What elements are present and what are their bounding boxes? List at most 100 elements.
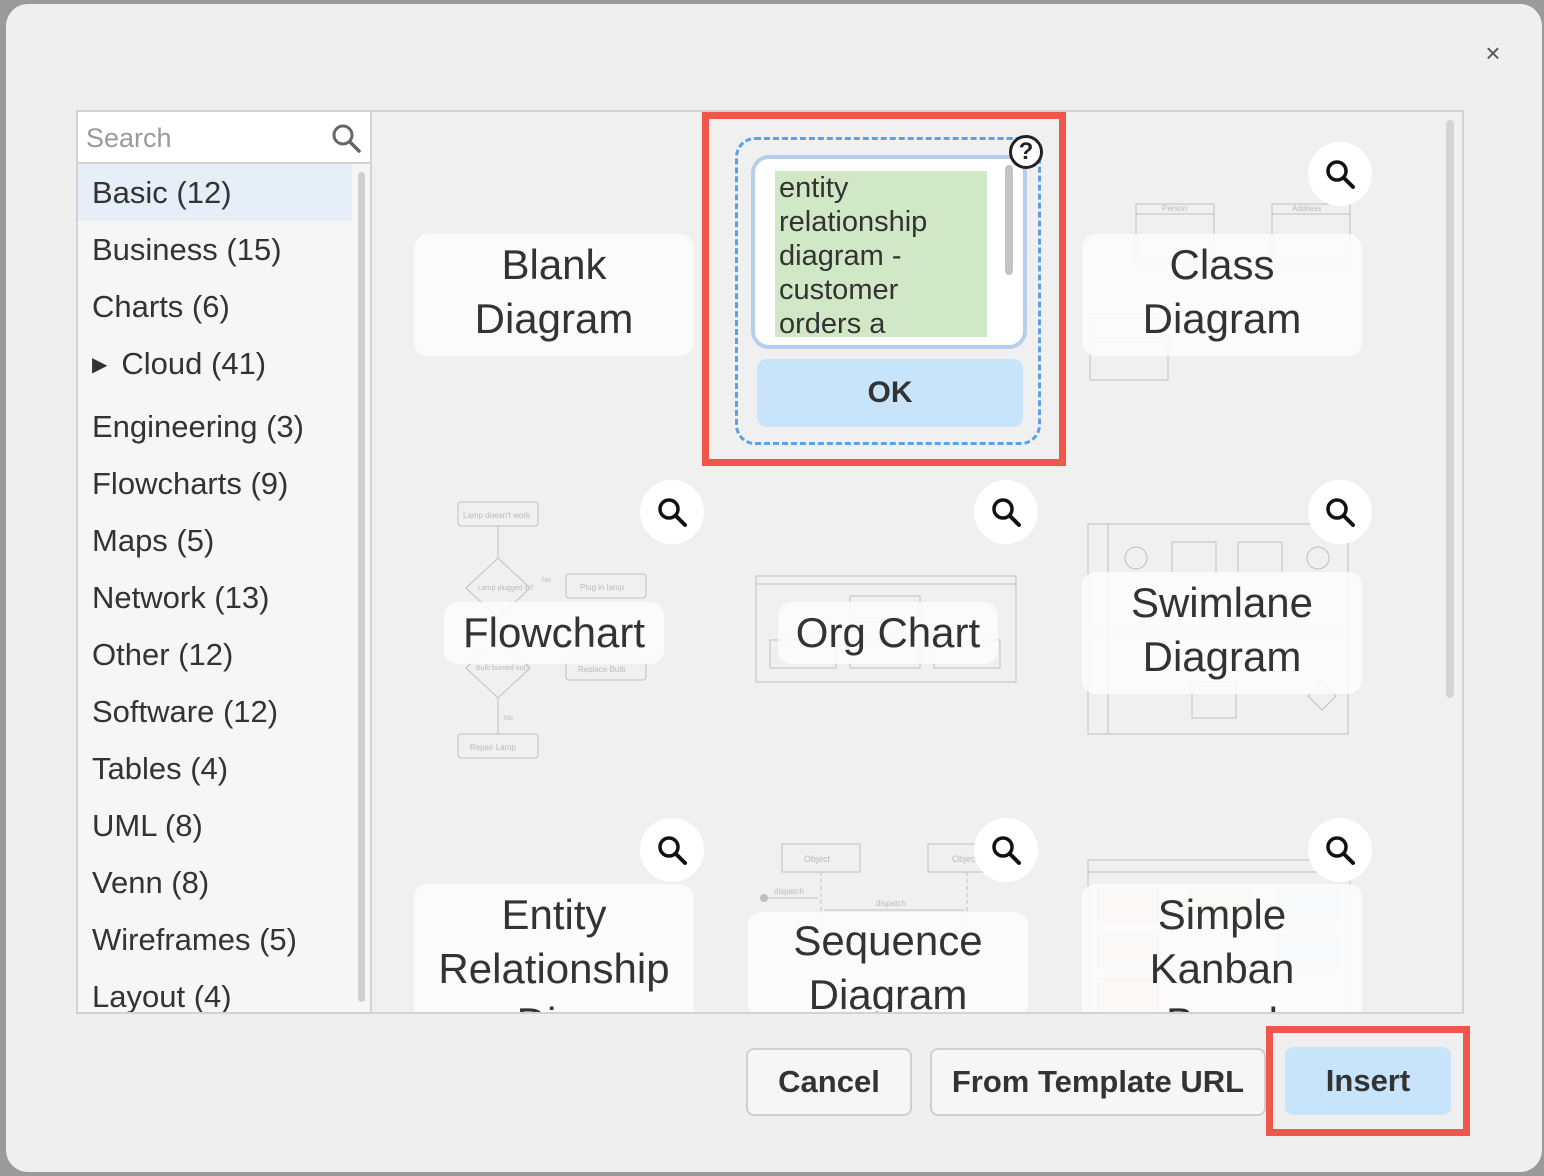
sidebar-scrollbar[interactable]	[358, 172, 365, 1002]
category-label: Network (13)	[92, 580, 270, 615]
cancel-button[interactable]: Cancel	[746, 1048, 912, 1116]
category-uml[interactable]: UML (8)	[78, 797, 352, 854]
template-title: Diagram	[808, 971, 968, 1014]
preview-zoom-button[interactable]	[1308, 480, 1372, 544]
category-cloud[interactable]: ▶ Cloud (41)	[78, 335, 352, 392]
template-title: Sequence	[793, 917, 983, 964]
template-title: Swimlane	[1130, 579, 1314, 626]
template-title: Diagram	[1142, 633, 1302, 680]
prompt-line: orders a	[779, 308, 886, 337]
template-title: Diagram	[474, 295, 634, 342]
thumb-object-label: Object	[804, 854, 831, 864]
grid-scrollbar[interactable]	[1446, 120, 1454, 698]
category-label: Basic (12)	[92, 175, 232, 210]
template-title: Diagram	[1142, 295, 1302, 342]
category-engineering[interactable]: Engineering (3)	[78, 398, 352, 455]
ok-button[interactable]: OK	[757, 359, 1023, 427]
category-flowcharts[interactable]: Flowcharts (9)	[78, 455, 352, 512]
category-label: Charts (6)	[92, 289, 230, 324]
prompt-line: customer	[779, 274, 899, 306]
category-charts[interactable]: Charts (6)	[78, 278, 352, 335]
preview-zoom-button[interactable]	[974, 818, 1038, 882]
preview-zoom-button[interactable]	[974, 480, 1038, 544]
category-label: Cloud (41)	[121, 346, 267, 381]
thumb-burned-label: Bulb burned out?	[476, 665, 529, 672]
textarea-scrollbar[interactable]	[1005, 165, 1013, 275]
preview-zoom-button[interactable]	[1308, 818, 1372, 882]
category-label: Business (15)	[92, 232, 282, 267]
thumb-address-label: Address	[1292, 204, 1321, 213]
thumb-plugin-label: Plug in lamp	[580, 583, 625, 592]
insert-button[interactable]: Insert	[1285, 1047, 1451, 1115]
magnifier-icon	[1326, 836, 1355, 865]
category-label: Layout (4)	[92, 979, 232, 1014]
category-label: UML (8)	[92, 808, 203, 843]
thumb-person-label: Person	[1162, 204, 1187, 213]
template-entity-relationship[interactable]: Entity Relationship Di...	[414, 884, 694, 1012]
template-swimlane-diagram[interactable]: Swimlane Diagram	[1082, 572, 1362, 694]
template-org-chart[interactable]: Org Chart	[778, 602, 998, 664]
category-sidebar: Basic (12) Business (15) Charts (6) ▶ Clo…	[76, 110, 372, 1014]
magnifier-icon	[658, 836, 687, 865]
thumb-repair-label: Repair Lamp	[470, 743, 516, 752]
category-label: Other (12)	[92, 637, 234, 672]
category-wireframes[interactable]: Wireframes (5)	[78, 911, 352, 968]
category-label: Wireframes (5)	[92, 922, 297, 957]
thumb-plugged-label: Lamp plugged in?	[478, 585, 534, 592]
template-sequence-diagram[interactable]: Sequence Diagram	[748, 912, 1028, 1014]
template-title: Relationship	[438, 945, 670, 992]
template-title: Kanban	[1149, 945, 1295, 992]
thumb-dispatch-label: dispatch	[876, 899, 906, 908]
category-layout[interactable]: Layout (4)	[78, 968, 352, 1014]
thumb-lamp-label: Lamp doesn't work	[463, 511, 531, 520]
template-title: Blank	[501, 241, 607, 288]
prompt-line: relationship	[779, 206, 928, 238]
insert-button-highlight: Insert	[1266, 1026, 1470, 1136]
preview-zoom-button[interactable]	[640, 480, 704, 544]
search-box	[78, 112, 370, 164]
prompt-line: diagram -	[779, 240, 902, 272]
category-network[interactable]: Network (13)	[78, 569, 352, 626]
preview-zoom-button[interactable]	[640, 818, 704, 882]
category-business[interactable]: Business (15)	[78, 221, 352, 278]
category-tables[interactable]: Tables (4)	[78, 740, 352, 797]
thumb-replace-label: Replace Bulb	[578, 665, 626, 674]
close-button[interactable]: ×	[1476, 36, 1510, 70]
from-template-url-button[interactable]: From Template URL	[930, 1048, 1266, 1116]
template-title: Board	[1082, 996, 1362, 1012]
category-label: Maps (5)	[92, 523, 215, 558]
template-title: Simple	[1157, 891, 1287, 938]
magnifier-icon	[992, 498, 1021, 527]
magnifier-icon	[992, 836, 1021, 865]
er-prompt-template-highlight: entity relationship diagram - customer o…	[702, 112, 1066, 466]
category-label: Software (12)	[92, 694, 279, 729]
template-class-diagram[interactable]: Class Diagram	[1082, 234, 1362, 356]
template-simple-kanban[interactable]: Simple Kanban Board	[1082, 884, 1362, 1012]
preview-zoom-button[interactable]	[1308, 142, 1372, 206]
template-blank-diagram[interactable]: Blank Diagram	[414, 234, 694, 356]
er-prompt-textarea[interactable]: entity relationship diagram - customer o…	[751, 155, 1027, 349]
thumb-no-label: No	[542, 577, 551, 584]
magnifier-icon	[1326, 160, 1355, 189]
category-software[interactable]: Software (12)	[78, 683, 352, 740]
search-icon[interactable]	[330, 122, 362, 154]
category-label: Venn (8)	[92, 865, 210, 900]
template-title: Di...	[414, 996, 694, 1012]
thumb-no-label: No	[504, 715, 513, 722]
search-input[interactable]	[84, 118, 328, 158]
magnifier-icon	[1326, 498, 1355, 527]
template-title: Class	[1169, 241, 1275, 288]
magnifier-icon	[658, 498, 687, 527]
category-basic[interactable]: Basic (12)	[78, 164, 352, 221]
template-title: Entity	[501, 891, 607, 938]
help-icon[interactable]: ?	[1009, 135, 1043, 169]
expand-arrow-icon[interactable]: ▶	[92, 354, 107, 376]
category-label: Tables (4)	[92, 751, 229, 786]
template-title: Flowchart	[462, 609, 646, 656]
category-maps[interactable]: Maps (5)	[78, 512, 352, 569]
thumb-dispatch-label: dispatch	[774, 887, 804, 896]
template-flowchart[interactable]: Flowchart	[444, 602, 664, 664]
category-other[interactable]: Other (12)	[78, 626, 352, 683]
category-venn[interactable]: Venn (8)	[78, 854, 352, 911]
category-label: Engineering (3)	[92, 409, 304, 444]
